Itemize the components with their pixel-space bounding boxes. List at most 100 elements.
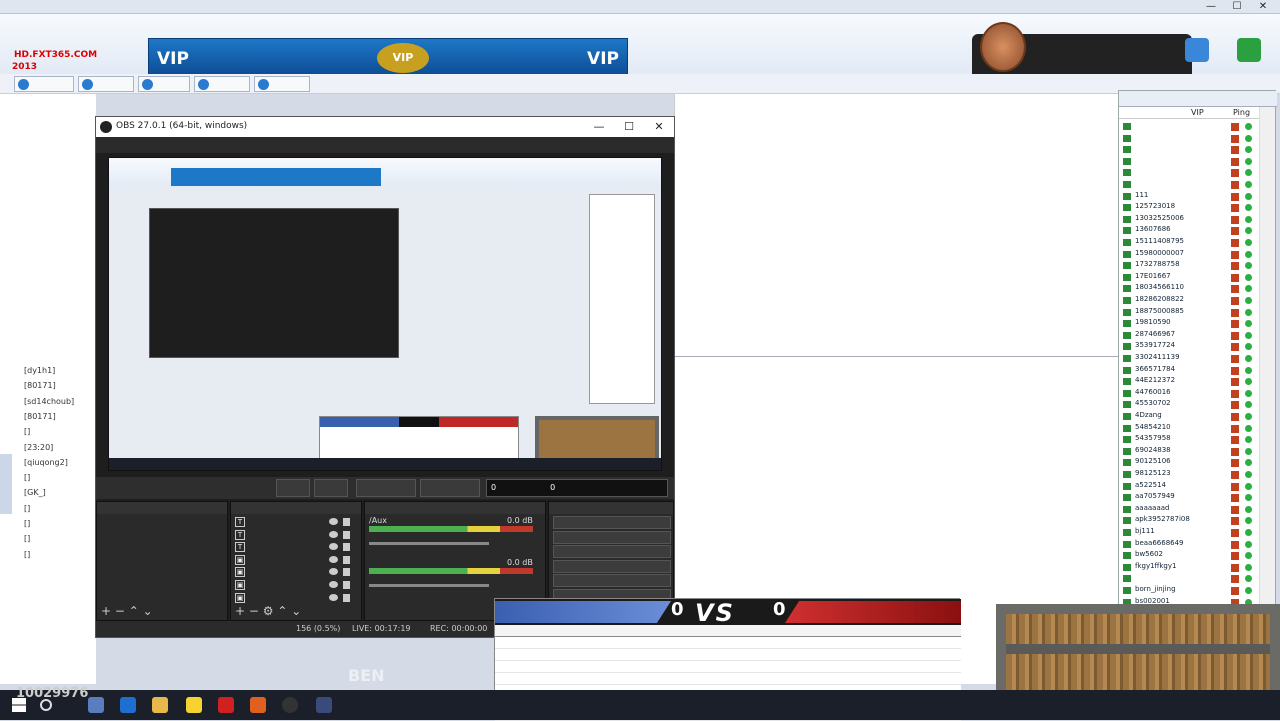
user-row[interactable]: a522514 [1121, 481, 1259, 493]
user-row[interactable]: 90125106 [1121, 457, 1259, 469]
user-row[interactable]: bj111 [1121, 527, 1259, 539]
eye-icon[interactable] [329, 555, 338, 563]
user-row[interactable]: 45530702 [1121, 399, 1259, 411]
select-color-button[interactable] [420, 479, 480, 497]
lobby-side-tab[interactable] [0, 454, 12, 514]
user-row[interactable]: 13607686 [1121, 225, 1259, 237]
calculator-icon[interactable] [88, 697, 104, 713]
eye-icon[interactable] [329, 581, 338, 588]
edge-icon[interactable] [120, 697, 136, 713]
user-list-scrollbar[interactable] [1259, 107, 1275, 663]
site-logo[interactable]: HD.FXT365.COM 2013 [8, 20, 144, 78]
user-row[interactable]: 1732788758 [1121, 260, 1259, 272]
user-row[interactable]: bw5602 [1121, 550, 1259, 562]
user-row[interactable]: 98125123 [1121, 469, 1259, 481]
user-row[interactable]: fkgy1ffkgy1 [1121, 562, 1259, 574]
lock-icon[interactable] [343, 581, 350, 589]
source-item[interactable]: ▣ [235, 592, 355, 605]
close-button[interactable]: ✕ [1250, 0, 1276, 14]
source-down-button[interactable]: ⌄ [291, 604, 301, 618]
lock-icon[interactable] [343, 555, 350, 564]
maximize-button[interactable]: ☐ [1224, 0, 1250, 14]
nav-home[interactable] [14, 76, 74, 92]
control-button[interactable] [553, 530, 671, 544]
eye-icon[interactable] [329, 568, 338, 576]
user-row[interactable] [1121, 179, 1259, 191]
user-row[interactable] [1121, 573, 1259, 585]
user-row[interactable]: 18286208822 [1121, 295, 1259, 307]
vip-banner[interactable]: VIP VIP VIP [148, 38, 628, 78]
game-app-icon[interactable] [186, 697, 202, 713]
user-row[interactable]: 4Dzang [1121, 411, 1259, 423]
obs-minimize-button[interactable]: — [584, 117, 614, 137]
user-row[interactable]: aaaaaaad [1121, 504, 1259, 516]
media-app-icon[interactable] [218, 697, 234, 713]
control-button[interactable] [553, 516, 671, 529]
select-font-button[interactable] [356, 479, 416, 497]
filters-button[interactable] [314, 479, 348, 497]
user-row[interactable]: 44760016 [1121, 388, 1259, 400]
user-row[interactable]: 366571784 [1121, 365, 1259, 377]
add-source-button[interactable]: + [235, 604, 245, 618]
user-row[interactable]: 15980000007 [1121, 249, 1259, 261]
mixer-track-2-slider[interactable] [369, 584, 489, 587]
user-row[interactable]: 18875000885 [1121, 307, 1259, 319]
lock-icon[interactable] [343, 568, 350, 577]
scene-item[interactable] [97, 514, 227, 522]
user-row[interactable]: 44E212372 [1121, 376, 1259, 388]
user-row[interactable]: 3302411139 [1121, 353, 1259, 365]
nav-video[interactable] [254, 76, 310, 92]
source-settings-icon[interactable]: ⚙ [263, 604, 274, 618]
control-button[interactable] [553, 545, 671, 559]
user-row[interactable] [1121, 156, 1259, 168]
obs-icon[interactable] [282, 697, 298, 713]
folder-icon[interactable] [152, 697, 168, 713]
user-row[interactable]: 353917724 [1121, 341, 1259, 353]
user-row[interactable]: 19810590 [1121, 318, 1259, 330]
eye-icon[interactable] [329, 593, 338, 601]
lock-icon[interactable] [343, 593, 350, 602]
user-row[interactable]: 18034566110 [1121, 283, 1259, 295]
user-row[interactable]: 287466967 [1121, 330, 1259, 342]
move-down-button[interactable]: ⌄ [143, 604, 153, 618]
user-row[interactable]: 15111408795 [1121, 237, 1259, 249]
text-input[interactable]: 00 [486, 479, 668, 497]
lock-icon[interactable] [343, 518, 350, 526]
source-item[interactable]: ▣ [235, 554, 355, 567]
move-up-button[interactable]: ⌃ [129, 604, 139, 618]
nav-forum[interactable] [138, 76, 190, 92]
eye-icon[interactable] [329, 543, 338, 551]
user-row[interactable]: 54854210 [1121, 423, 1259, 435]
source-item[interactable]: T [235, 529, 355, 542]
add-scene-button[interactable]: + [101, 604, 111, 618]
eye-icon[interactable] [329, 518, 338, 525]
user-row[interactable]: 17E01667 [1121, 272, 1259, 284]
user-row[interactable]: 111 [1121, 191, 1259, 203]
lock-icon[interactable] [343, 543, 350, 552]
mixer-track-1-slider[interactable] [369, 542, 489, 545]
remove-source-button[interactable]: − [249, 604, 259, 618]
user-row[interactable]: born_jinjing [1121, 585, 1259, 597]
user-row[interactable] [1121, 133, 1259, 145]
user-row[interactable]: apk3952787i08 [1121, 515, 1259, 527]
control-button[interactable] [553, 574, 671, 588]
app-icon[interactable] [316, 697, 332, 713]
obs-close-button[interactable]: ✕ [644, 117, 674, 137]
obs-preview[interactable] [108, 157, 662, 471]
eye-icon[interactable] [329, 530, 338, 538]
obs-maximize-button[interactable]: ☐ [614, 117, 644, 137]
source-up-button[interactable]: ⌃ [277, 604, 287, 618]
remove-scene-button[interactable]: − [115, 604, 125, 618]
user-row[interactable]: 125723018 [1121, 202, 1259, 214]
user-row[interactable] [1121, 144, 1259, 156]
control-button[interactable] [553, 559, 671, 573]
user-row[interactable]: 13032525006 [1121, 214, 1259, 226]
nav-lobby[interactable] [78, 76, 134, 92]
source-item[interactable]: T [235, 541, 355, 554]
lock-icon[interactable] [343, 530, 350, 539]
user-row[interactable] [1121, 167, 1259, 179]
source-item[interactable]: T [235, 516, 355, 529]
properties-button[interactable] [276, 479, 310, 497]
user-row[interactable]: 54357958 [1121, 434, 1259, 446]
minimize-button[interactable]: — [1198, 0, 1224, 14]
